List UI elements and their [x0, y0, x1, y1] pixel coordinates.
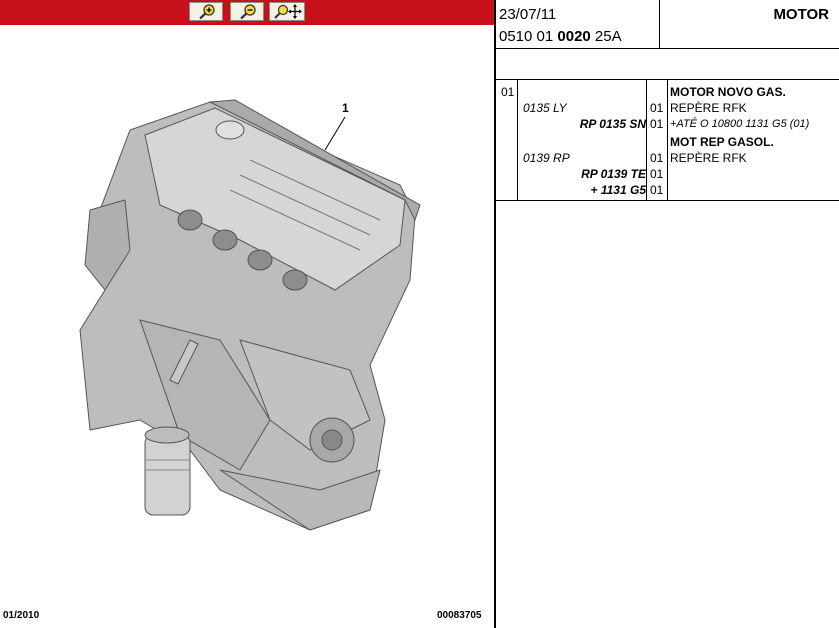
part-description[interactable]: MOTOR NOVO GAS. — [670, 84, 786, 100]
part-description: REPÈRE RFK — [670, 151, 747, 165]
header-divider — [496, 48, 839, 49]
part-quantity: 01 — [650, 101, 664, 115]
header-code-prefix: 0510 01 — [499, 28, 558, 45]
part-quantity: 01 — [650, 151, 664, 165]
part-quantity: 01 — [650, 167, 664, 181]
part-quantity: 01 — [650, 117, 664, 131]
page-title: MOTOR — [773, 6, 829, 23]
parts-table: 01 MOTOR NOVO GAS. 0135 LY 01 REPÈRE RFK… — [496, 80, 839, 201]
callout-leader-line — [324, 116, 346, 151]
header-box: 23/07/11 0510 01 0020 25A MOTOR — [496, 0, 839, 48]
zoom-out-icon — [240, 4, 256, 20]
item-number: 01 — [501, 85, 515, 99]
part-description: REPÈRE RFK — [670, 101, 747, 115]
header-date: 23/07/11 — [499, 6, 557, 23]
table-bottom-line — [496, 200, 839, 201]
diagram-pane: 1 01/2010 00083705 — [0, 0, 494, 628]
callout-number: 1 — [342, 101, 349, 115]
table-column-line — [646, 80, 647, 200]
part-reference[interactable]: RP 0139 TE — [581, 166, 646, 182]
part-reference[interactable]: + 1131 G5 — [591, 182, 647, 198]
table-column-line — [517, 80, 518, 200]
part-quantity: 01 — [650, 183, 664, 197]
zoom-out-button[interactable] — [230, 2, 264, 21]
part-description[interactable]: MOT REP GASOL. — [670, 134, 774, 150]
zoom-in-button[interactable] — [189, 2, 223, 21]
footer-reference: 00083705 — [437, 610, 482, 621]
part-description: +ATÉ O 10800 1131 G5 (01) — [670, 118, 810, 130]
header-code: 0510 01 0020 25A — [499, 28, 622, 45]
header-code-suffix: 25A — [590, 28, 622, 45]
part-reference[interactable]: 0135 LY — [523, 100, 567, 116]
header-separator — [659, 0, 660, 48]
zoom-pan-button[interactable] — [269, 2, 305, 21]
zoom-pan-icon — [274, 4, 302, 19]
part-reference[interactable]: 0139 RP — [523, 150, 570, 166]
part-reference[interactable]: RP 0135 SN — [580, 116, 646, 132]
engine-illustration[interactable] — [70, 90, 430, 540]
table-column-line — [667, 80, 668, 200]
header-code-bold: 0020 — [557, 28, 591, 45]
footer-date: 01/2010 — [3, 610, 40, 621]
zoom-toolbar — [0, 0, 494, 25]
zoom-in-icon — [199, 4, 215, 20]
